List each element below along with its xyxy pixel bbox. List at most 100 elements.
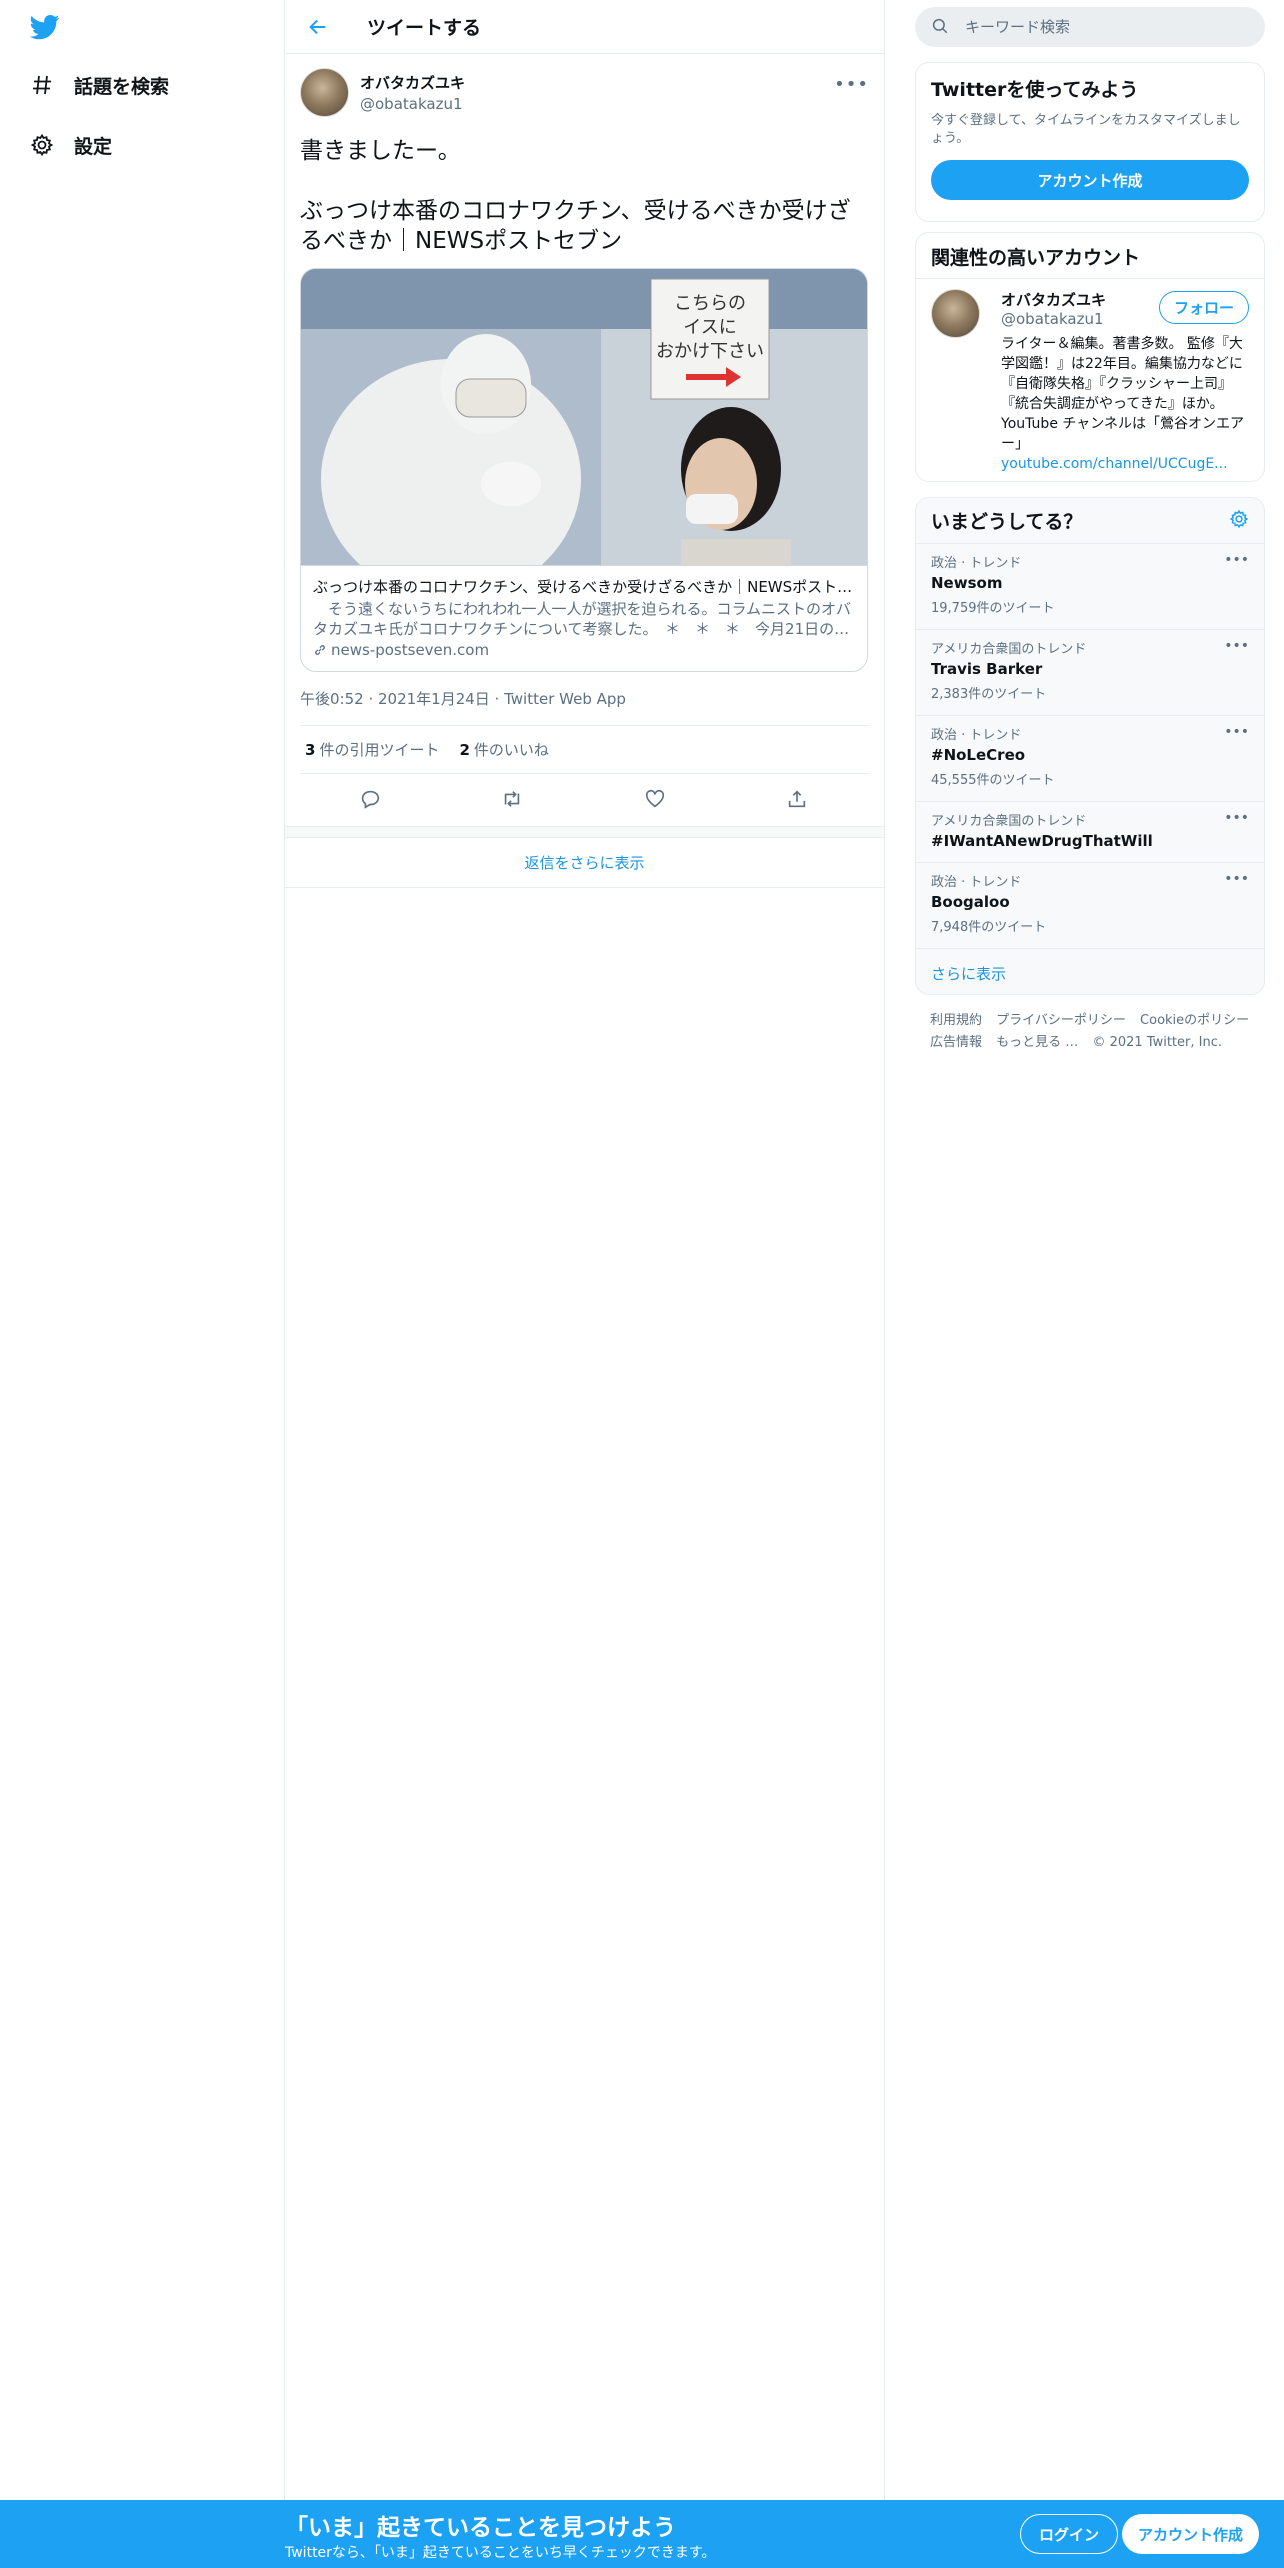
- nav-settings[interactable]: 設定: [28, 125, 112, 165]
- search-bar[interactable]: [915, 7, 1265, 47]
- main-column: ツイートする オバタカズユキ @obatakazu1 ••• 書きましたー。 ぶ…: [285, 0, 885, 2500]
- tweet-text: 書きましたー。 ぶっつけ本番のコロナワクチン、受けるべきか受けざるべきか｜NEW…: [300, 138, 851, 254]
- more-dots-icon[interactable]: •••: [1224, 810, 1249, 826]
- twitter-bird-icon[interactable]: [28, 12, 62, 42]
- trend-item[interactable]: 政治 · トレンド Boogaloo 7,948件のツイート •••: [916, 863, 1264, 949]
- trend-context: 政治 · トレンド: [931, 875, 1022, 890]
- tweet-stats: 3 件の引用ツイート 2 件のいいね: [300, 726, 869, 774]
- show-more-replies-link[interactable]: 返信をさらに表示: [285, 838, 884, 888]
- reply-icon[interactable]: [359, 788, 383, 812]
- trend-name: #IWantANewDrugThatWill: [931, 832, 1153, 850]
- trend-item[interactable]: 政治 · トレンド #NoLeCreo 45,555件のツイート •••: [916, 716, 1264, 802]
- nav-explore[interactable]: 話題を検索: [28, 65, 169, 105]
- tweet-timestamp[interactable]: 午後0:52 · 2021年1月24日 · Twitter Web App: [300, 688, 869, 726]
- related-title: 関連性の高いアカウント: [916, 233, 1264, 279]
- signup-button[interactable]: アカウント作成: [1122, 2514, 1260, 2554]
- gear-icon[interactable]: [1229, 509, 1249, 533]
- retweet-icon[interactable]: [501, 788, 525, 812]
- trend-count: 7,948件のツイート: [931, 920, 1047, 935]
- bottom-signup-bar: 「いま」起きていることを見つけよう Twitterなら、「いま」起きていることを…: [0, 2500, 1284, 2568]
- footer-copyright: © 2021 Twitter, Inc.: [1092, 1035, 1222, 1050]
- hashtag-icon: [28, 71, 56, 99]
- divider: [285, 826, 884, 838]
- author-name[interactable]: オバタカズユキ: [360, 72, 465, 93]
- gear-icon: [28, 131, 56, 159]
- bottom-bar-subtitle: Twitterなら、「いま」起きていることをいち早くチェックできます。: [285, 2545, 716, 2561]
- search-icon: [931, 17, 951, 37]
- tweet-author: オバタカズユキ @obatakazu1 •••: [300, 64, 869, 120]
- card-domain-row: news-postseven.com: [313, 641, 855, 659]
- quote-tweets-stat[interactable]: 3 件の引用ツイート: [305, 739, 439, 760]
- footer-link-privacy[interactable]: プライバシーポリシー: [996, 1013, 1126, 1028]
- share-icon[interactable]: [786, 788, 810, 812]
- left-nav: 話題を検索 設定: [0, 0, 285, 2500]
- trend-item[interactable]: アメリカ合衆国のトレンド #IWantANewDrugThatWill •••: [916, 802, 1264, 863]
- like-icon[interactable]: [644, 788, 668, 812]
- more-dots-icon[interactable]: •••: [1224, 638, 1249, 654]
- signup-box: Twitterを使ってみよう 今すぐ登録して、タイムラインをカスタマイズしましょ…: [915, 62, 1265, 222]
- page: 話題を検索 設定 ツイートする オバタカズユキ @obatakazu1 •••: [0, 0, 1284, 2568]
- related-user-bio: ライター＆編集。著書多数。 監修『大学図鑑！』は22年目。編集協力などに『自衛隊…: [1001, 334, 1249, 474]
- search-input[interactable]: [965, 18, 1245, 36]
- trend-name: #NoLeCreo: [931, 746, 1026, 764]
- trend-context: 政治 · トレンド: [931, 556, 1022, 571]
- svg-text:こちらの: こちらの: [674, 293, 746, 314]
- avatar[interactable]: [931, 289, 980, 338]
- more-dots-icon[interactable]: •••: [1224, 871, 1249, 887]
- trend-item[interactable]: 政治 · トレンド Newsom 19,759件のツイート •••: [916, 544, 1264, 630]
- trend-name: Newsom: [931, 574, 1003, 592]
- card-description: そう遠くないうちにわれわれ一人一人が選択を迫られる。コラムニストのオバタカズユキ…: [313, 600, 852, 638]
- likes-stat[interactable]: 2 件のいいね: [459, 739, 548, 760]
- bio-text: ライター＆編集。著書多数。 監修『大学図鑑！』は22年目。編集協力などに『自衛隊…: [1001, 336, 1244, 452]
- related-accounts-box: 関連性の高いアカウント オバタカズユキ @obatakazu1 ライター＆編集。…: [915, 232, 1265, 482]
- tweet-actions: [300, 774, 869, 826]
- signup-text: 今すぐ登録して、タイムラインをカスタマイズしましょう。: [931, 113, 1241, 146]
- login-button[interactable]: ログイン: [1020, 2514, 1119, 2554]
- trend-item[interactable]: アメリカ合衆国のトレンド Travis Barker 2,383件のツイート •…: [916, 630, 1264, 716]
- card-domain: news-postseven.com: [331, 641, 490, 659]
- link-card[interactable]: こちらの イスに おかけ下さい ぶっつけ本番のコロナワクチン、受けるべきか受けざ…: [300, 268, 868, 672]
- svg-text:おかけ下さい: おかけ下さい: [656, 341, 764, 362]
- header: ツイートする: [285, 0, 884, 54]
- bottom-bar-title: 「いま」起きていることを見つけよう: [285, 2515, 676, 2541]
- tweet: オバタカズユキ @obatakazu1 ••• 書きましたー。 ぶっつけ本番のコ…: [285, 54, 884, 826]
- trend-context: アメリカ合衆国のトレンド: [931, 642, 1087, 657]
- more-dots-icon[interactable]: •••: [1224, 724, 1249, 740]
- nav-explore-label: 話題を検索: [74, 75, 170, 98]
- signup-title: Twitterを使ってみよう: [931, 79, 1139, 101]
- trends-title: いまどうしてる？: [931, 511, 1083, 533]
- footer-link-more[interactable]: もっと見る …: [996, 1035, 1078, 1050]
- bio-link[interactable]: youtube.com/channel/UCCugE...: [1001, 456, 1228, 472]
- trend-context: 政治 · トレンド: [931, 728, 1022, 743]
- link-icon: [313, 643, 327, 657]
- trend-count: 45,555件のツイート: [931, 773, 1055, 788]
- page-title: ツイートする: [367, 17, 482, 39]
- trend-context: アメリカ合衆国のトレンド: [931, 814, 1087, 829]
- quote-label: 件の引用ツイート: [319, 741, 440, 759]
- trends-show-more-link[interactable]: さらに表示: [916, 949, 1264, 994]
- card-image: こちらの イスに おかけ下さい: [301, 269, 867, 565]
- trend-name: Boogaloo: [931, 893, 1010, 911]
- more-dots-icon[interactable]: •••: [834, 74, 869, 95]
- avatar[interactable]: [300, 67, 349, 117]
- like-label: 件のいいね: [473, 741, 549, 759]
- follow-button[interactable]: フォロー: [1158, 291, 1249, 324]
- footer-link-ads[interactable]: 広告情報: [930, 1035, 982, 1050]
- svg-text:イスに: イスに: [683, 317, 736, 338]
- trend-count: 2,383件のツイート: [931, 687, 1047, 702]
- trend-name: Travis Barker: [931, 660, 1043, 678]
- card-title: ぶっつけ本番のコロナワクチン、受けるべきか受けざるべきか｜NEWSポストセブン: [313, 578, 855, 596]
- trends-box: いまどうしてる？ 政治 · トレンド Newsom 19,759件のツイート •…: [915, 497, 1265, 995]
- nav-settings-label: 設定: [74, 135, 113, 158]
- footer-link-terms[interactable]: 利用規約: [930, 1013, 982, 1028]
- related-user[interactable]: オバタカズユキ @obatakazu1 ライター＆編集。著書多数。 監修『大学図…: [916, 279, 1264, 481]
- trend-count: 19,759件のツイート: [931, 601, 1055, 616]
- back-arrow-icon[interactable]: [307, 16, 329, 38]
- author-handle[interactable]: @obatakazu1: [360, 95, 465, 113]
- footer: 利用規約 プライバシーポリシー Cookieのポリシー 広告情報 もっと見る ……: [930, 1010, 1260, 1054]
- quote-count: 3: [305, 741, 316, 759]
- like-count: 2: [459, 741, 470, 759]
- footer-link-cookies[interactable]: Cookieのポリシー: [1140, 1013, 1249, 1028]
- more-dots-icon[interactable]: •••: [1224, 552, 1249, 568]
- create-account-button[interactable]: アカウント作成: [931, 160, 1249, 200]
